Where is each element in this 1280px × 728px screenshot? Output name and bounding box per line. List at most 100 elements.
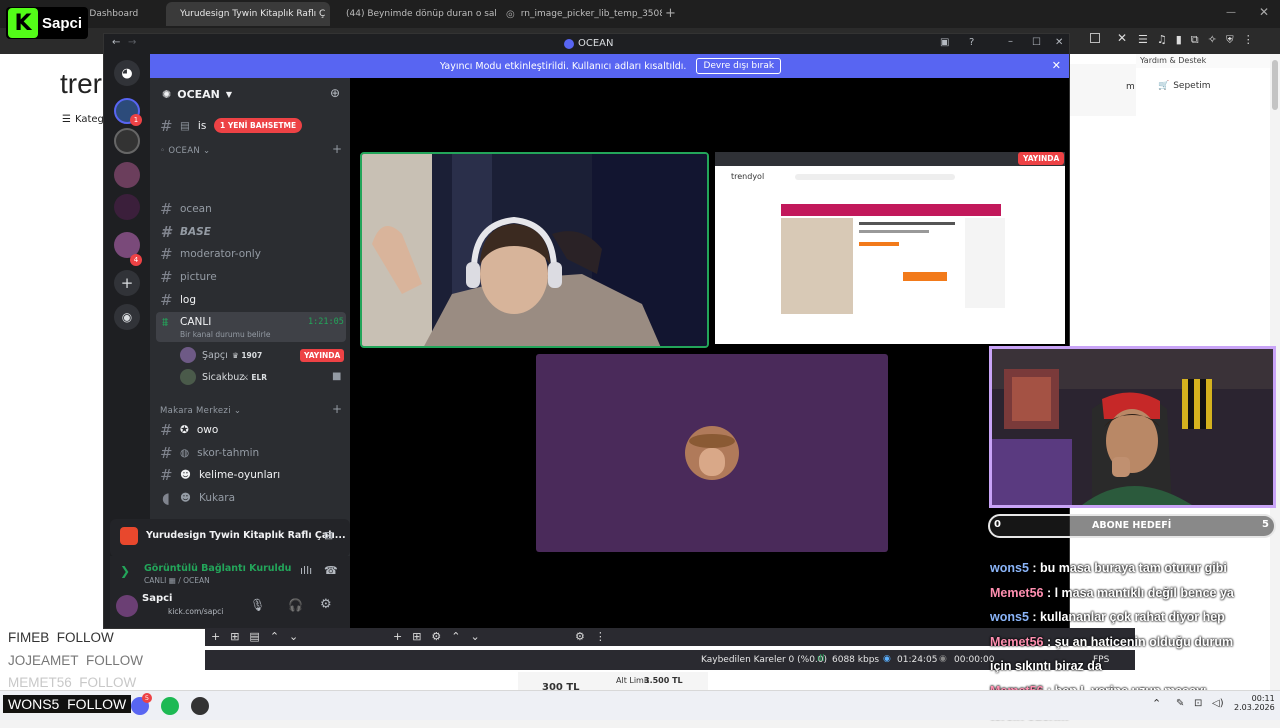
pen-icon[interactable]: ✎ [1176, 698, 1184, 709]
new-tab-button[interactable]: + [665, 6, 676, 21]
network-icon[interactable]: ⊡ [1194, 698, 1202, 709]
channel-status-hint[interactable]: Bir kanal durumu belirle [180, 330, 270, 339]
obs-taskbar-icon[interactable] [191, 697, 209, 715]
tab-youtube[interactable]: (44) Beynimde dönüp duran o sahne✕ [332, 2, 496, 26]
window-title: OCEAN [564, 38, 614, 49]
live-badge: YAYINDA [1018, 152, 1065, 165]
close-window-button[interactable]: ✕ [1259, 5, 1269, 19]
shared-product-image [781, 218, 853, 314]
close-button[interactable]: ✕ [1055, 37, 1063, 48]
shared-trendyol-logo: trendyol [731, 172, 765, 181]
follower-alert-latest: WONS5 FOLLOW [3, 695, 132, 713]
close-icon[interactable]: ✕ [1117, 31, 1127, 45]
channel-owo[interactable]: # ✪ owo [150, 420, 346, 440]
video-tile-sapci[interactable] [536, 354, 888, 552]
forward-arrow-icon[interactable]: → [128, 37, 136, 48]
chat-separator: : [1028, 561, 1041, 575]
disable-streamer-mode-button[interactable]: Devre dışı bırak [696, 58, 782, 74]
invite-icon[interactable]: ⊕ [330, 86, 340, 100]
webcam-feed [992, 349, 1273, 505]
notification-badge: 1 [130, 114, 142, 126]
add-server-icon[interactable]: + [114, 270, 140, 296]
trendyol-logo[interactable]: trer [60, 68, 102, 100]
help-icon[interactable]: ? [969, 37, 974, 48]
follower-alert: MEMET56 FOLLOW [8, 675, 137, 690]
voice-member-sapci[interactable]: Şapçı ♛ 1907 YAYINDA [180, 346, 345, 366]
channel-picture[interactable]: # picture [150, 267, 346, 287]
connection-channel[interactable]: CANLI ▦ / OCEAN [144, 576, 210, 585]
voice-member-sicakbuz[interactable]: Sicakbuz ⚔ ELR ■ [180, 368, 344, 388]
add-channel-icon[interactable]: + [332, 402, 342, 416]
voice-channel-canli[interactable]: ⩩ CANLI 1:21:05 Bir kanal durumu belirle [156, 312, 346, 342]
server-folder[interactable] [114, 162, 140, 188]
channel-skor-tahmin[interactable]: # ◍ skor-tahmin [150, 443, 346, 463]
category-makara[interactable]: Makara Merkezi ⌄ [160, 406, 241, 416]
channel-moderator-only[interactable]: # moderator-only [150, 244, 346, 264]
notification-badge: 5 [142, 693, 152, 703]
tab-trendyol-product[interactable]: Yurudesign Tywin Kitaplık Raflı Ç✕ [166, 2, 330, 26]
chat-message: wons5 : bu masa buraya tam oturur gibi [990, 556, 1276, 581]
volume-icon[interactable]: ◁) [1212, 698, 1224, 709]
inbox-icon[interactable]: ▣ [940, 37, 949, 48]
spotify-taskbar-icon[interactable] [161, 697, 179, 715]
chevron-up-icon[interactable]: ⌃ [1152, 697, 1161, 710]
stop-sharing-icon[interactable]: ⊠ [324, 529, 333, 542]
category-ocean[interactable]: ◦ OCEAN ⌄ [160, 146, 210, 156]
help-link[interactable]: Yardım & Destek [1140, 56, 1206, 65]
minimize-button[interactable]: — [1226, 7, 1236, 18]
back-arrow-icon[interactable]: ← [112, 37, 120, 48]
cart-link[interactable]: 🛒 Sepetim [1158, 81, 1211, 91]
scrollbar-thumb[interactable] [1272, 60, 1278, 110]
chat-username: Memet56 [990, 585, 1044, 600]
server-header[interactable]: ✺ OCEAN ▼ [162, 88, 232, 101]
channel-ocean[interactable]: # ocean [150, 199, 346, 219]
chat-message: Memet56 : şu an haticenin olduğu durum [990, 630, 1276, 655]
discord-home-icon[interactable]: ◕ [114, 60, 140, 86]
categories-menu[interactable]: ☰ Kateg [62, 114, 104, 125]
avatar[interactable] [116, 595, 138, 617]
headphones-icon[interactable]: 🎧 [288, 598, 303, 612]
noise-suppression-icon[interactable]: ıllı [300, 564, 312, 577]
disconnect-icon[interactable]: ☎ [324, 564, 338, 577]
tab-image-picker[interactable]: ◎ rn_image_picker_lib_temp_3508f58b✕ [498, 2, 662, 26]
discover-icon[interactable]: ◉ [114, 304, 140, 330]
chat-text: bu masa buraya tam oturur gibi [1040, 561, 1227, 575]
add-channel-icon[interactable]: + [332, 142, 342, 156]
voice-channel-kukara[interactable]: ◖ ☻ Kukara [150, 488, 346, 508]
toolbar-icons[interactable]: ☰♫▮⧉✧⛨⋮ [1138, 33, 1263, 47]
chat-message: Memet56 : l masa mantıklı değil bence ya [990, 581, 1276, 606]
account-label[interactable]: m [1126, 82, 1135, 92]
hash-icon: # [160, 223, 172, 241]
source-controls[interactable]: +⊞⚙⌃⌄ [393, 630, 490, 643]
activity-panel: Yurudesign Tywin Kitaplık Raflı Çalı... … [110, 519, 350, 557]
maximize-button[interactable] [1090, 33, 1100, 43]
microphone-icon[interactable]: 🎙 [250, 598, 265, 612]
maximize-button[interactable]: ☐ [1032, 37, 1041, 48]
new-mention-badge[interactable]: 1 YENİ BAHSETME [214, 118, 303, 133]
screen-share-tile[interactable]: trendyol YAYINDA [715, 152, 1065, 344]
server-badge-icon: ✺ [162, 88, 172, 101]
server-icon-2[interactable] [114, 128, 140, 154]
goal-label: ABONE HEDEFİ [1092, 520, 1172, 531]
close-banner-icon[interactable]: ✕ [1052, 59, 1061, 72]
channel-sidebar: ✺ OCEAN ▼ ⊕ # ▤ is 1 YENİ BAHSETME ◦ OCE… [110, 78, 350, 628]
video-tile-sicakbuz[interactable] [360, 152, 709, 348]
settings-gear-icon[interactable]: ⚙ [320, 597, 332, 612]
channel-log[interactable]: # log [150, 290, 346, 310]
connection-status: Görüntülü Bağlantı Kuruldu [144, 563, 292, 574]
clock[interactable]: 00:11 2.03.2026 [1234, 694, 1275, 712]
mixer-controls[interactable]: ⚙⋮ [575, 630, 616, 643]
follower-alert: FIMEB FOLLOW [8, 630, 114, 645]
signal-icon: ❯ [120, 564, 131, 578]
hamburger-icon: ☰ [62, 114, 71, 125]
scene-controls[interactable]: +⊞▤⌃⌄ [211, 630, 308, 643]
server-icon-4[interactable] [114, 194, 140, 220]
channel-kelime-oyunlari[interactable]: # ☻ kelime-oyunları [150, 465, 346, 485]
minimize-button[interactable]: – [1008, 36, 1013, 47]
live-duration: 01:24:05 [897, 655, 938, 665]
text-line [859, 230, 929, 233]
channel-base[interactable]: # BASE [150, 222, 346, 242]
chat-text: için sıkıntı biraz da [990, 659, 1102, 673]
server-icon [564, 38, 574, 49]
chat-separator: : [1043, 585, 1055, 600]
